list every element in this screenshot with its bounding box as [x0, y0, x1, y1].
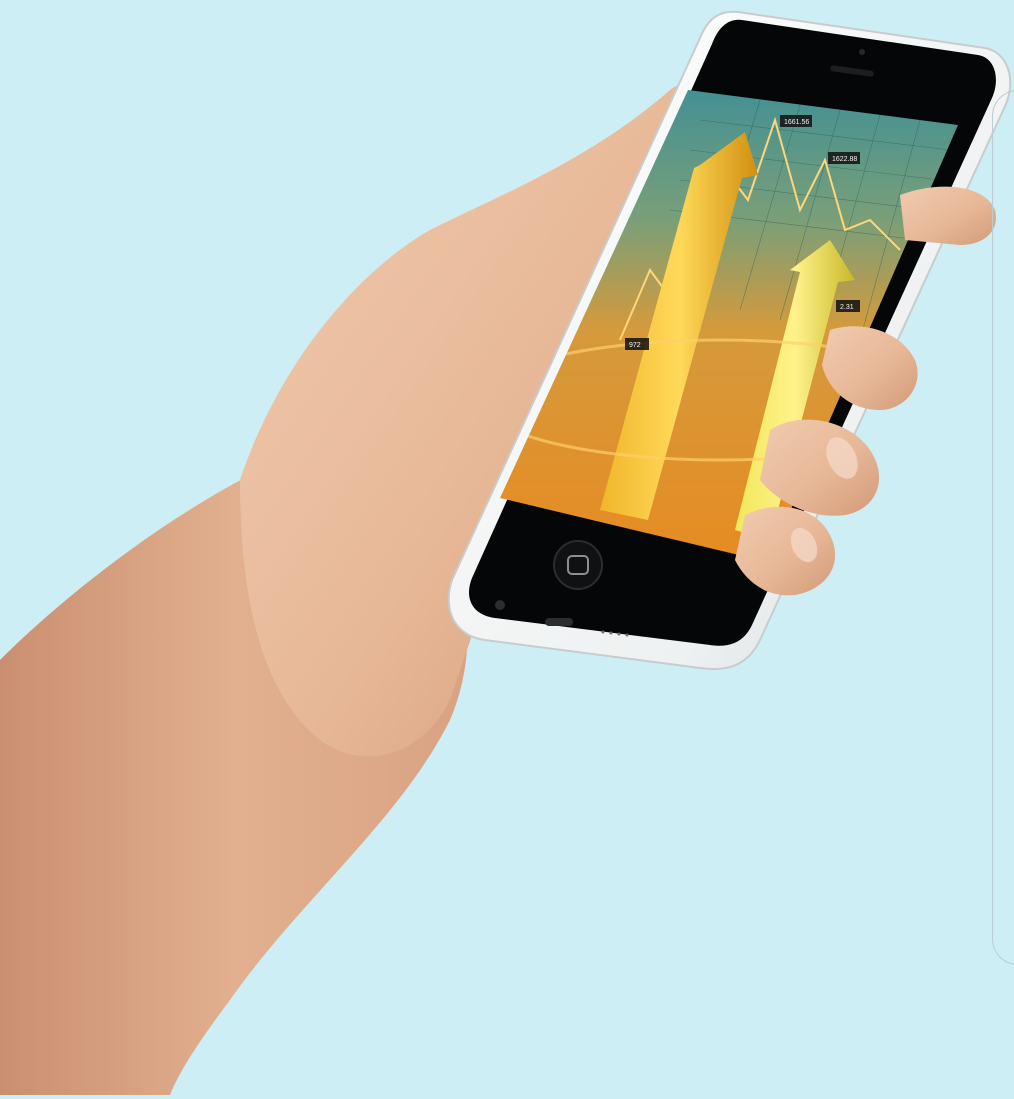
screen-label-small: 2.31 — [840, 304, 854, 311]
side-panel-outline — [992, 90, 1014, 965]
photo-scene: 1661.56 1622.88 972 2.31 — [0, 0, 1014, 1095]
thumb — [900, 186, 996, 245]
scene-illustration: 1661.56 1622.88 972 2.31 — [0, 10, 1012, 1095]
screen-label-left: 972 — [629, 342, 641, 349]
screen-label-right: 1622.88 — [832, 156, 857, 163]
screen-label-top: 1661.56 — [784, 119, 809, 126]
